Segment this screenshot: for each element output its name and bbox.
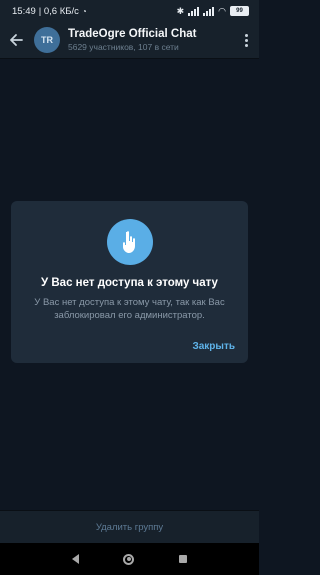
alarm-icon: ◔	[81, 6, 87, 16]
dialog-title: У Вас нет доступа к этому чату	[41, 277, 218, 289]
signal-icon-2	[203, 6, 215, 16]
bottom-bar: Удалить группу	[0, 510, 259, 544]
delete-group-button[interactable]: Удалить группу	[96, 522, 163, 533]
no-access-dialog: У Вас нет доступа к этому чату У Вас нет…	[11, 201, 248, 363]
battery-icon: 99	[230, 6, 249, 16]
chat-subtitle: 5629 участников, 107 в сети	[68, 42, 179, 52]
chat-avatar[interactable]: TR	[34, 27, 60, 53]
wifi-icon: ◠	[218, 5, 226, 16]
chat-header: TR TradeOgre Official Chat 5629 участник…	[0, 22, 259, 59]
nav-recent-apps-icon[interactable]	[178, 555, 187, 563]
nav-home-icon[interactable]	[123, 553, 135, 565]
bluetooth-icon: ✱	[176, 5, 185, 16]
close-button[interactable]: Закрыть	[192, 341, 235, 352]
status-bar: 15:49 | 0,6 КБ/с ◔ ✱ ◠ 99	[0, 0, 259, 22]
back-arrow-icon[interactable]	[0, 33, 32, 47]
more-options-icon[interactable]	[233, 33, 259, 47]
nav-back-icon[interactable]	[72, 554, 80, 564]
signal-icon	[188, 6, 200, 16]
chat-title: TradeOgre Official Chat	[68, 28, 197, 40]
system-nav-bar	[0, 543, 259, 575]
status-time: 15:49	[12, 5, 36, 17]
chat-title-block[interactable]: TradeOgre Official Chat 5629 участников,…	[68, 28, 233, 52]
dialog-message: У Вас нет доступа к этому чату, так как …	[34, 297, 225, 321]
status-net-speed: | 0,6 КБ/с	[38, 5, 79, 17]
hand-stop-icon	[107, 219, 153, 265]
